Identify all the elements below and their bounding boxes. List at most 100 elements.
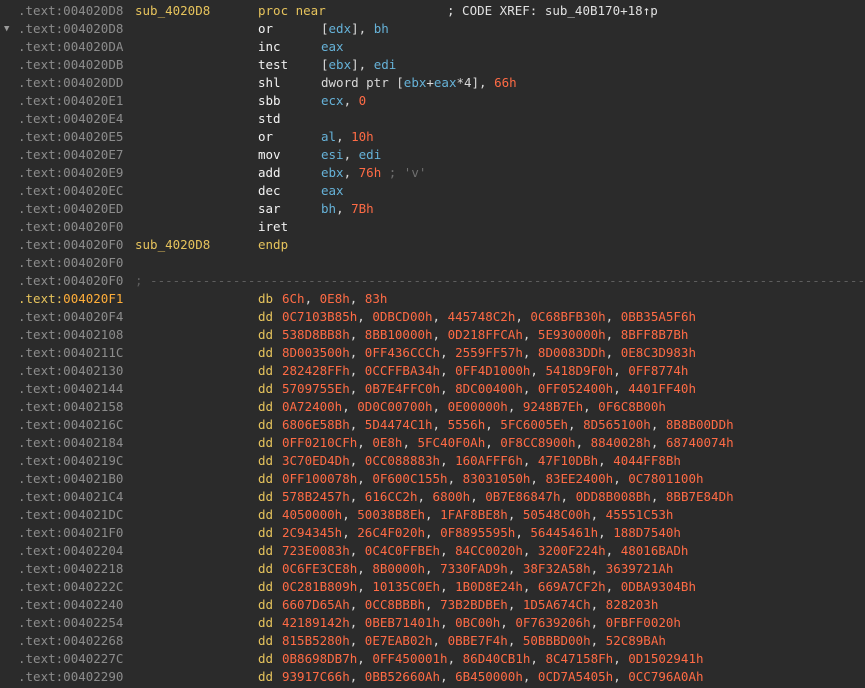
- data-value[interactable]: 188D7540h: [613, 525, 681, 540]
- data-value[interactable]: 282428FFh: [282, 363, 350, 378]
- data-value[interactable]: 0F8CC8900h: [500, 435, 575, 450]
- operand-reg[interactable]: ebx: [404, 75, 427, 90]
- data-value[interactable]: 0FF052400h: [538, 381, 613, 396]
- data-values[interactable]: 578B2457h, 616CC2h, 6800h, 0B7E86847h, 0…: [282, 488, 734, 506]
- data-line[interactable]: .text:00402130 dd 282428FFh, 0CCFFBA34h, 0…: [0, 362, 865, 380]
- data-values[interactable]: 282428FFh, 0CCFFBA34h, 0FF4D1000h, 5418D…: [282, 362, 688, 380]
- data-values[interactable]: 0B8698DB7h, 0FF450001h, 86D40CB1h, 8C471…: [282, 650, 704, 668]
- instruction-operands[interactable]: ecx, 0: [321, 92, 366, 110]
- data-value[interactable]: 0C4C0FFBEh: [365, 543, 440, 558]
- operand-reg[interactable]: edx: [329, 21, 352, 36]
- line-address[interactable]: .text:00402130: [18, 362, 123, 380]
- line-address[interactable]: .text:00402240: [18, 596, 123, 614]
- data-value[interactable]: 83031050h: [463, 471, 531, 486]
- instruction-mnemonic[interactable]: shl: [258, 74, 281, 92]
- data-value[interactable]: 1D5A674Ch: [523, 597, 591, 612]
- data-values[interactable]: 8D003500h, 0FF436CCCh, 2559FF57h, 8D0083…: [282, 344, 696, 362]
- data-value[interactable]: 5E930000h: [538, 327, 606, 342]
- data-value[interactable]: 0DD8B008Bh: [576, 489, 651, 504]
- data-value[interactable]: 8840028h: [591, 435, 651, 450]
- line-address[interactable]: .text:0040211C: [18, 344, 123, 362]
- instruction-operands[interactable]: ebx, 76h ; 'v': [321, 164, 426, 182]
- data-value[interactable]: 0BB52660Ah: [365, 669, 440, 684]
- operand-num[interactable]: 10h: [351, 129, 374, 144]
- data-line[interactable]: .text:004020F4 dd 0C7103B85h, 0DBCD00h, 44…: [0, 308, 865, 326]
- data-value[interactable]: 9248B7Eh: [523, 399, 583, 414]
- line-address[interactable]: .text:00402218: [18, 560, 123, 578]
- data-line[interactable]: .text:0040216C dd 6806E58Bh, 5D4474C1h, 55…: [0, 416, 865, 434]
- data-value[interactable]: 50BBBD00h: [523, 633, 591, 648]
- operand-num[interactable]: 66h: [494, 75, 517, 90]
- line-address[interactable]: .text:004021B0: [18, 470, 123, 488]
- data-value[interactable]: 0BC00h: [455, 615, 500, 630]
- data-value[interactable]: 0C281B809h: [282, 579, 357, 594]
- collapse-arrow-icon[interactable]: ▼: [4, 20, 14, 38]
- data-line[interactable]: .text:0040219C dd 3C70ED4Dh, 0CC088883h, 1…: [0, 452, 865, 470]
- data-value[interactable]: 83EE2400h: [545, 471, 613, 486]
- data-value[interactable]: 828203h: [606, 597, 659, 612]
- disassembly-view[interactable]: .text:004020D8 sub_4020D8 proc near ; CODE …: [0, 0, 865, 688]
- instruction-mnemonic[interactable]: inc: [258, 38, 281, 56]
- instruction-mnemonic[interactable]: sar: [258, 200, 281, 218]
- line-address[interactable]: .text:004020F0: [18, 236, 123, 254]
- data-values[interactable]: 0A72400h, 0D0C00700h, 0E00000h, 9248B7Eh…: [282, 398, 666, 416]
- data-value[interactable]: 8BB7E84Dh: [666, 489, 734, 504]
- instruction-operands[interactable]: [edx], bh: [321, 20, 389, 38]
- instruction-operands[interactable]: al, 10h: [321, 128, 374, 146]
- data-value[interactable]: 2C94345h: [282, 525, 342, 540]
- code-xref-comment[interactable]: ; CODE XREF: sub_40B170+18↑p: [447, 2, 658, 20]
- data-value[interactable]: 0E8h: [320, 291, 350, 306]
- operand-num[interactable]: 7Bh: [351, 201, 374, 216]
- data-value[interactable]: 6800h: [433, 489, 471, 504]
- instruction-mnemonic[interactable]: iret: [258, 218, 288, 236]
- data-values[interactable]: 42189142h, 0BEB71401h, 0BC00h, 0F7639206…: [282, 614, 681, 632]
- data-value[interactable]: 5418D9F0h: [545, 363, 613, 378]
- operand-reg[interactable]: edi: [374, 57, 397, 72]
- data-value[interactable]: 8B0000h: [372, 561, 425, 576]
- data-value[interactable]: 52C89BAh: [606, 633, 666, 648]
- line-address[interactable]: .text:004020F4: [18, 308, 123, 326]
- data-line[interactable]: .text:004021B0 dd 0FF100078h, 0F600C155h, …: [0, 470, 865, 488]
- data-value[interactable]: 0B7E86847h: [485, 489, 560, 504]
- function-label[interactable]: sub_4020D8: [135, 236, 210, 254]
- data-value[interactable]: 0E8h: [372, 435, 402, 450]
- data-value[interactable]: 48016BADh: [621, 543, 689, 558]
- data-value[interactable]: 0C7801100h: [628, 471, 703, 486]
- data-value[interactable]: 0E00000h: [448, 399, 508, 414]
- instruction-operands[interactable]: eax: [321, 38, 344, 56]
- line-address[interactable]: .text:004020F0: [18, 218, 123, 236]
- operand-reg[interactable]: bh: [321, 201, 336, 216]
- code-line[interactable]: .text:004020E1 sbb ecx, 0: [0, 92, 865, 110]
- line-address[interactable]: .text:00402254: [18, 614, 123, 632]
- operand-reg[interactable]: edi: [359, 147, 382, 162]
- data-value[interactable]: 0CC8BBBh: [365, 597, 425, 612]
- data-value[interactable]: 84CC0020h: [455, 543, 523, 558]
- instruction-operands[interactable]: dword ptr [ebx+eax*4], 66h: [321, 74, 517, 92]
- line-address[interactable]: .text:004021F0: [18, 524, 123, 542]
- line-address[interactable]: .text:00402204: [18, 542, 123, 560]
- data-value[interactable]: 86D40CB1h: [463, 651, 531, 666]
- data-values[interactable]: 0C7103B85h, 0DBCD00h, 445748C2h, 0C68BFB…: [282, 308, 696, 326]
- code-line[interactable]: .text:004020E7 mov esi, edi: [0, 146, 865, 164]
- data-value[interactable]: 0CC796A0Ah: [628, 669, 703, 684]
- line-address[interactable]: .text:00402290: [18, 668, 123, 686]
- data-value[interactable]: 0F6C8B00h: [598, 399, 666, 414]
- data-value[interactable]: 0E8C3D983h: [621, 345, 696, 360]
- line-address[interactable]: .text:00402184: [18, 434, 123, 452]
- code-line[interactable]: .text:004020EC dec eax: [0, 182, 865, 200]
- line-address[interactable]: .text:004020D8: [18, 20, 123, 38]
- data-value[interactable]: 8BB10000h: [365, 327, 433, 342]
- data-value[interactable]: 0D218FFCAh: [448, 327, 523, 342]
- line-address[interactable]: .text:004020EC: [18, 182, 123, 200]
- line-address[interactable]: .text:004020E4: [18, 110, 123, 128]
- data-values[interactable]: 0FF0210CFh, 0E8h, 5FC40F0Ah, 0F8CC8900h,…: [282, 434, 734, 452]
- data-value[interactable]: 0BEB71401h: [365, 615, 440, 630]
- data-values[interactable]: 0FF100078h, 0F600C155h, 83031050h, 83EE2…: [282, 470, 704, 488]
- data-value[interactable]: 815B5280h: [282, 633, 350, 648]
- data-value[interactable]: 0C6FE3CE8h: [282, 561, 357, 576]
- data-line[interactable]: .text:004021DC dd 4050000h, 50038B8Eh, 1FA…: [0, 506, 865, 524]
- operand-reg[interactable]: eax: [321, 39, 344, 54]
- data-value[interactable]: 8DC00400h: [455, 381, 523, 396]
- line-address[interactable]: .text:0040227C: [18, 650, 123, 668]
- data-value[interactable]: 50548C00h: [523, 507, 591, 522]
